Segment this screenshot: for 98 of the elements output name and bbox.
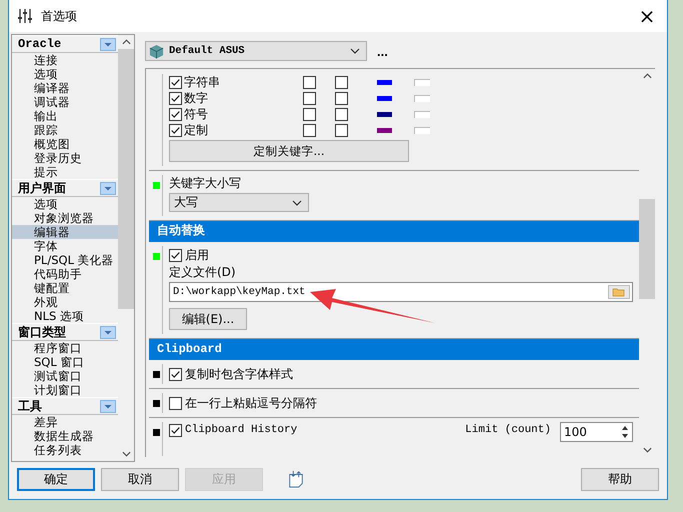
case-dropdown[interactable]: 大写	[169, 193, 309, 212]
nav-item[interactable]: 代码助手	[12, 267, 118, 281]
field-label: Limit (count)	[465, 424, 551, 436]
scroll-up-icon[interactable]	[642, 73, 652, 79]
nav-item[interactable]: 测试窗口	[12, 369, 118, 383]
color-swatch[interactable]	[377, 112, 392, 116]
color-swatch[interactable]	[377, 96, 392, 100]
box-icon	[149, 44, 164, 58]
caret-icon	[350, 48, 360, 54]
background-swatch[interactable]	[414, 78, 430, 86]
checkbox[interactable]	[303, 108, 316, 120]
color-swatch[interactable]	[377, 128, 392, 132]
checkbox[interactable]	[169, 248, 182, 262]
background-swatch[interactable]	[414, 126, 430, 134]
dialog-button[interactable]: 取消	[101, 468, 179, 490]
scroll-thumb[interactable]	[118, 49, 134, 309]
nav-item[interactable]: 连接	[12, 53, 118, 67]
group-header[interactable]: 用户界面	[12, 179, 118, 197]
edit-button[interactable]: 编辑(E)...	[169, 308, 247, 330]
nav-item[interactable]: 跟踪	[12, 123, 118, 137]
dropdown-icon[interactable]	[100, 182, 116, 194]
option-label: 在一行上粘贴逗号分隔符	[185, 395, 317, 412]
nav-item[interactable]: SQL 窗口	[12, 355, 118, 369]
checkbox[interactable]	[335, 92, 348, 104]
nav-item[interactable]: NLS 选项	[12, 309, 118, 323]
nav-item[interactable]: 编辑器	[12, 225, 118, 239]
background-swatch[interactable]	[414, 110, 430, 118]
option-label: Clipboard History	[185, 424, 298, 436]
option-label: 符号	[184, 106, 208, 122]
option-label: 启用	[185, 246, 209, 264]
nav-item[interactable]: 登录历史	[12, 151, 118, 165]
scroll-up-icon[interactable]	[122, 39, 130, 45]
checkbox[interactable]	[169, 368, 182, 381]
checkbox[interactable]	[335, 108, 348, 120]
help-button[interactable]: 帮助	[581, 468, 659, 490]
nav-item[interactable]: 外观	[12, 295, 118, 309]
checkbox[interactable]	[169, 76, 182, 88]
profile-dropdown[interactable]: Default ASUS	[145, 41, 367, 61]
close-button[interactable]: ×	[627, 0, 667, 32]
file-field[interactable]: D:\workapp\keyMap.txt	[169, 282, 633, 302]
group-header[interactable]: 窗口类型	[12, 323, 118, 341]
option-label: 数字	[184, 90, 208, 106]
nav-item[interactable]: 选项	[12, 197, 118, 211]
checkbox[interactable]	[335, 124, 348, 136]
nav-item[interactable]: 键配置	[12, 281, 118, 295]
nav-item[interactable]: 计划窗口	[12, 383, 118, 397]
group-title: Oracle	[18, 37, 62, 51]
group-title: 工具	[18, 398, 42, 414]
color-swatch[interactable]	[377, 80, 392, 84]
window-title: 首选项	[41, 8, 77, 24]
checkbox[interactable]	[169, 424, 182, 437]
checkbox[interactable]	[169, 92, 182, 104]
checkbox[interactable]	[303, 92, 316, 104]
scroll-down-icon[interactable]	[122, 451, 130, 457]
nav-item[interactable]: 字体	[12, 239, 118, 253]
group-title: 用户界面	[18, 180, 66, 196]
group-header[interactable]: Oracle	[12, 35, 118, 53]
background-swatch[interactable]	[414, 94, 430, 102]
nav-item[interactable]: 任务列表	[12, 443, 118, 457]
nav-item[interactable]: 对象浏览器	[12, 211, 118, 225]
dropdown-icon[interactable]	[100, 326, 116, 338]
dropdown-icon[interactable]	[100, 400, 116, 412]
more-button[interactable]: ...	[375, 44, 390, 58]
spin-arrows-icon[interactable]	[620, 424, 630, 440]
section-header: Clipboard	[149, 339, 639, 360]
nav-item[interactable]: 程序窗口	[12, 341, 118, 355]
nav-item[interactable]: 数据生成器	[12, 429, 118, 443]
field-label: 定义文件(D)	[169, 264, 237, 280]
nav-item[interactable]: 概览图	[12, 137, 118, 151]
nav-item[interactable]: 提示	[12, 165, 118, 179]
scroll-down-icon[interactable]	[642, 447, 652, 453]
scroll-thumb[interactable]	[639, 199, 655, 299]
nav-item[interactable]: PL/SQL 美化器	[12, 253, 118, 267]
caret-icon	[292, 200, 302, 206]
group-title: 窗口类型	[18, 324, 66, 340]
option-label: 字符串	[184, 74, 220, 90]
group-header[interactable]: 工具	[12, 397, 118, 415]
dialog-button[interactable]: 确定	[17, 468, 95, 490]
option-label: 复制时包含字体样式	[185, 366, 293, 383]
nav-item[interactable]: 选项	[12, 67, 118, 81]
custom-keywords-button[interactable]: 定制关键字...	[169, 140, 409, 162]
checkbox[interactable]	[303, 124, 316, 136]
field-label: 关键字大小写	[169, 175, 242, 191]
checkbox[interactable]	[303, 76, 316, 88]
nav-item[interactable]: 编译器	[12, 81, 118, 95]
checkbox[interactable]	[169, 397, 182, 410]
nav-item[interactable]: 差异	[12, 415, 118, 429]
option-label: 定制	[184, 122, 208, 138]
checkbox[interactable]	[169, 124, 182, 136]
limit-spinbox[interactable]: 100	[560, 422, 633, 442]
nav-item[interactable]: 输出	[12, 109, 118, 123]
nav-item[interactable]: 调试器	[12, 95, 118, 109]
checkbox[interactable]	[335, 76, 348, 88]
dropdown-icon[interactable]	[100, 38, 116, 50]
section-header: 自动替换	[149, 221, 639, 242]
document-arrows-icon[interactable]	[287, 470, 305, 488]
checkbox[interactable]	[169, 108, 182, 120]
sliders-icon	[17, 8, 33, 24]
